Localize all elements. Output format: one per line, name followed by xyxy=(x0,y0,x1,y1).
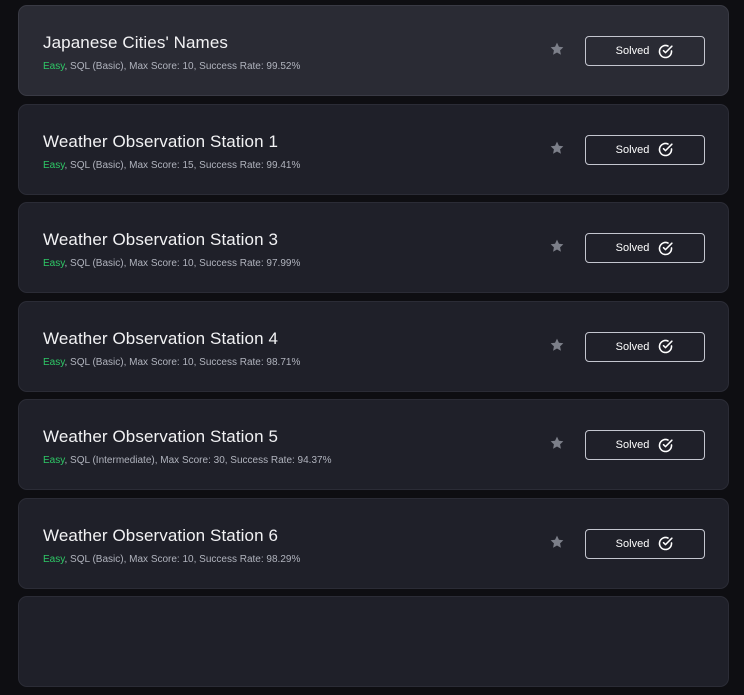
solved-label: Solved xyxy=(615,143,650,156)
solved-button[interactable]: Solved xyxy=(585,36,705,66)
challenge-meta: Easy, SQL (Basic), Max Score: 10, Succes… xyxy=(43,357,300,368)
challenge-card-partial xyxy=(18,596,729,687)
solved-button[interactable]: Solved xyxy=(585,134,705,165)
difficulty-label: Easy xyxy=(43,455,65,466)
check-circle-icon xyxy=(659,438,673,452)
challenge-details: , SQL (Basic), Max Score: 10, Success Ra… xyxy=(64,356,301,368)
check-circle-icon xyxy=(659,241,673,255)
solved-button[interactable]: Solved xyxy=(585,331,705,362)
check-circle-icon xyxy=(659,142,673,157)
challenge-title[interactable]: Weather Observation Station 6 xyxy=(43,526,278,546)
difficulty-label: Easy xyxy=(43,159,65,171)
challenge-title[interactable]: Weather Observation Station 1 xyxy=(43,132,278,152)
challenge-title[interactable]: Weather Observation Station 5 xyxy=(43,427,278,447)
solved-button[interactable]: Solved xyxy=(585,528,705,559)
challenge-details: , SQL (Intermediate), Max Score: 30, Suc… xyxy=(64,455,332,466)
challenge-details: , SQL (Basic), Max Score: 15, Success Ra… xyxy=(64,159,301,171)
challenge-card[interactable]: Weather Observation Station 3 Easy, SQL … xyxy=(18,202,729,293)
check-circle-icon xyxy=(659,339,673,354)
solved-button[interactable]: Solved xyxy=(585,430,705,460)
solved-label: Solved xyxy=(615,45,650,57)
star-icon[interactable] xyxy=(549,238,565,254)
solved-label: Solved xyxy=(615,242,650,254)
check-circle-icon xyxy=(659,536,673,551)
challenge-card[interactable]: Weather Observation Station 6 Easy, SQL … xyxy=(18,497,729,589)
solved-label: Solved xyxy=(615,537,650,550)
challenge-card[interactable]: Weather Observation Station 4 Easy, SQL … xyxy=(18,300,729,392)
star-icon[interactable] xyxy=(549,140,565,156)
challenge-card[interactable]: Weather Observation Station 1 Easy, SQL … xyxy=(18,103,729,195)
difficulty-label: Easy xyxy=(43,258,65,269)
solved-button[interactable]: Solved xyxy=(585,233,705,263)
challenge-list: Japanese Cities' Names Easy, SQL (Basic)… xyxy=(18,5,729,695)
challenge-card[interactable]: Japanese Cities' Names Easy, SQL (Basic)… xyxy=(18,5,729,96)
challenge-meta: Easy, SQL (Basic), Max Score: 15, Succes… xyxy=(43,160,300,171)
challenge-card[interactable]: Weather Observation Station 5 Easy, SQL … xyxy=(18,399,729,490)
challenge-meta: Easy, SQL (Basic), Max Score: 10, Succes… xyxy=(43,554,300,565)
challenge-title[interactable]: Weather Observation Station 4 xyxy=(43,329,278,349)
challenge-meta: Easy, SQL (Intermediate), Max Score: 30,… xyxy=(43,455,331,466)
star-icon[interactable] xyxy=(549,41,565,57)
challenge-meta: Easy, SQL (Basic), Max Score: 10, Succes… xyxy=(43,61,300,72)
challenge-details: , SQL (Basic), Max Score: 10, Success Ra… xyxy=(64,553,301,565)
star-icon[interactable] xyxy=(549,435,565,451)
star-icon[interactable] xyxy=(549,534,565,550)
challenge-title[interactable]: Weather Observation Station 3 xyxy=(43,230,278,250)
challenge-title[interactable]: Japanese Cities' Names xyxy=(43,33,228,53)
check-circle-icon xyxy=(659,44,673,58)
solved-label: Solved xyxy=(615,340,650,353)
difficulty-label: Easy xyxy=(43,553,65,565)
challenge-details: , SQL (Basic), Max Score: 10, Success Ra… xyxy=(64,61,301,72)
solved-label: Solved xyxy=(615,439,650,451)
challenge-details: , SQL (Basic), Max Score: 10, Success Ra… xyxy=(64,258,301,269)
difficulty-label: Easy xyxy=(43,61,65,72)
star-icon[interactable] xyxy=(549,337,565,353)
difficulty-label: Easy xyxy=(43,356,65,368)
challenge-meta: Easy, SQL (Basic), Max Score: 10, Succes… xyxy=(43,258,300,269)
